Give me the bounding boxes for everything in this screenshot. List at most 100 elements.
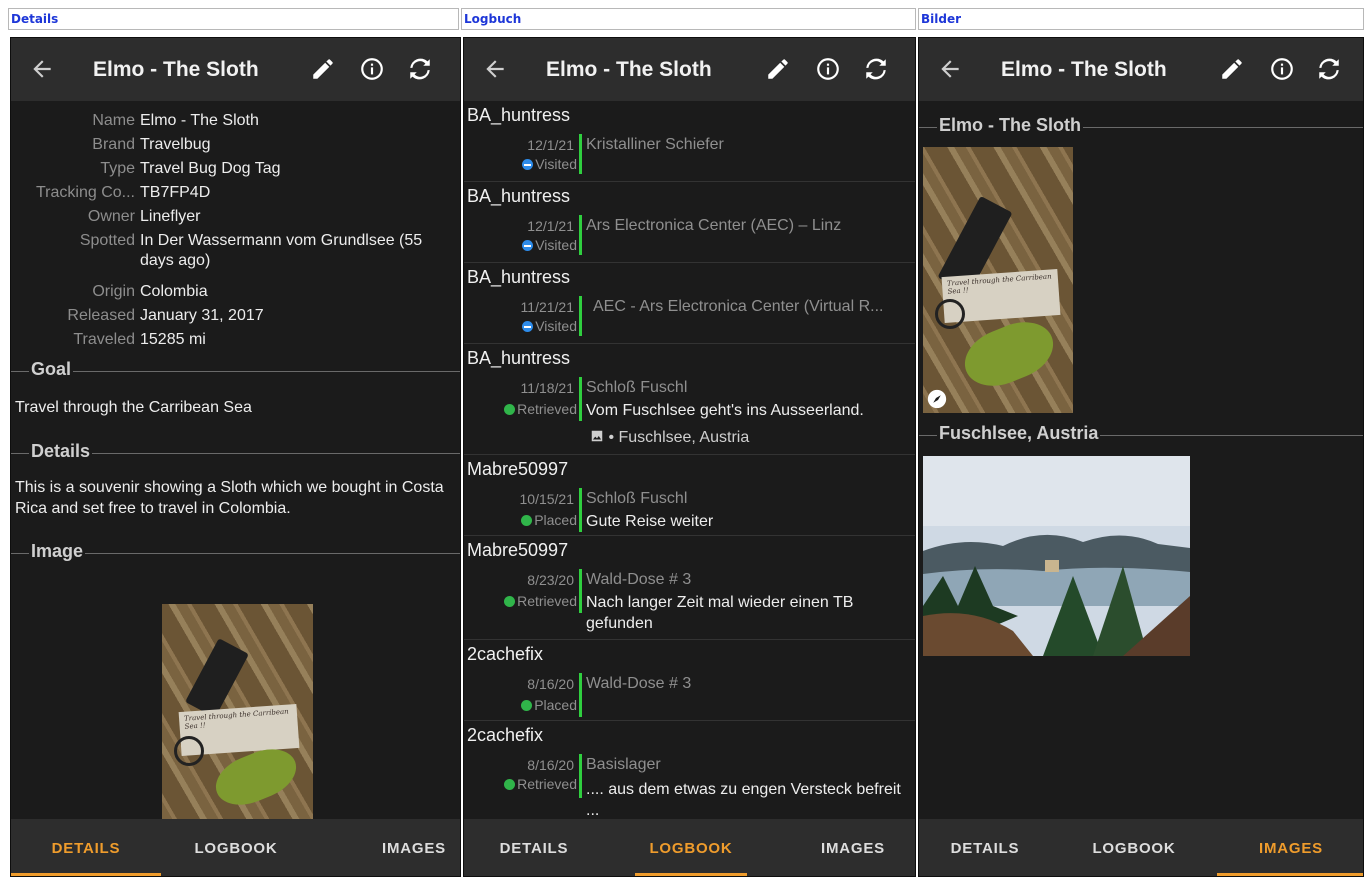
- log-type: Placed: [464, 512, 577, 528]
- section-images-trackable: Elmo - The Sloth: [919, 115, 1363, 139]
- section-details: Details: [11, 441, 460, 465]
- tab-logbook[interactable]: LOGBOOK: [1069, 819, 1199, 876]
- info-icon[interactable]: [359, 56, 385, 82]
- pencil-icon[interactable]: [310, 56, 336, 82]
- property-row-owner: Owner Lineflyer: [11, 207, 458, 227]
- tab-images[interactable]: IMAGES: [774, 819, 915, 876]
- log-entry[interactable]: BA_huntress 11/18/21 Schloß Fuschl Retri…: [464, 344, 915, 455]
- tab-images[interactable]: IMAGES: [311, 819, 460, 876]
- pencil-icon[interactable]: [1219, 56, 1245, 82]
- tab-details[interactable]: DETAILS: [11, 819, 161, 876]
- compass-icon[interactable]: [927, 389, 947, 409]
- property-row-tracking-code: Tracking Co... TB7FP4D: [11, 183, 458, 203]
- log-user: 2cachefix: [467, 644, 544, 664]
- log-text: Gute Reise weiter: [586, 513, 714, 530]
- log-type: Visited: [464, 237, 577, 253]
- pencil-icon[interactable]: [765, 56, 791, 82]
- retrieved-icon: [504, 596, 516, 607]
- back-arrow-icon[interactable]: [482, 56, 508, 82]
- images-screen: Elmo - The Sloth Elmo - The Sloth Travel…: [918, 37, 1364, 877]
- tab-images[interactable]: IMAGES: [1217, 819, 1363, 876]
- images-content: Elmo - The Sloth Travel through the Carr…: [919, 101, 1363, 819]
- logbook-screen: Elmo - The Sloth BA_huntress 12/1/21 Kri…: [463, 37, 916, 877]
- log-type-label: Retrieved: [517, 776, 577, 792]
- back-arrow-icon[interactable]: [29, 56, 55, 82]
- travel-bug-photo[interactable]: Travel through the Carribean Sea !!: [162, 604, 313, 819]
- property-value[interactable]: Lineflyer: [140, 207, 460, 227]
- log-user: Mabre50997: [467, 459, 569, 479]
- log-entry[interactable]: BA_huntress 12/1/21 Kristalliner Schiefe…: [464, 101, 915, 182]
- log-type: Visited: [464, 318, 577, 334]
- tab-details[interactable]: DETAILS: [919, 819, 1051, 876]
- log-entry[interactable]: Mabre50997 8/23/20 Wald-Dose # 3 Retriev…: [464, 536, 915, 640]
- log-divider: [579, 754, 582, 798]
- app-bar: Elmo - The Sloth: [464, 38, 915, 101]
- log-entry[interactable]: Mabre50997 10/15/21 Schloß Fuschl Placed…: [464, 455, 915, 536]
- column-header-details-link[interactable]: Details: [11, 12, 58, 26]
- log-cache-name: Basislager: [586, 756, 661, 773]
- log-type: Visited: [464, 156, 577, 172]
- back-arrow-icon[interactable]: [937, 56, 963, 82]
- log-cache-name: Wald-Dose # 3: [586, 571, 692, 588]
- refresh-icon[interactable]: [407, 56, 433, 82]
- log-cache-name: Wald-Dose # 3: [586, 675, 692, 692]
- log-cache-name: Schloß Fuschl: [586, 379, 688, 396]
- tab-logbook[interactable]: LOGBOOK: [635, 819, 747, 876]
- log-date: 11/21/21: [520, 299, 574, 315]
- section-divider: [11, 371, 460, 372]
- log-divider: [579, 569, 582, 613]
- visited-icon: [522, 240, 534, 251]
- info-icon[interactable]: [1269, 56, 1295, 82]
- refresh-icon[interactable]: [863, 56, 889, 82]
- logbook-list: BA_huntress 12/1/21 Kristalliner Schiefe…: [464, 101, 915, 819]
- section-image: Image: [11, 541, 460, 565]
- tab-logbook[interactable]: LOGBOOK: [161, 819, 311, 876]
- image-icon: [591, 430, 603, 442]
- log-type-label: Placed: [534, 512, 577, 528]
- log-cache-name: Schloß Fuschl: [586, 490, 688, 507]
- section-heading: Goal: [29, 359, 74, 380]
- lake-photo[interactable]: [923, 456, 1190, 656]
- log-type: Retrieved: [464, 401, 577, 417]
- column-header-bilder-link[interactable]: Bilder: [921, 12, 961, 26]
- log-user: BA_huntress: [467, 267, 571, 287]
- log-user: Mabre50997: [467, 540, 569, 560]
- trackable-photo[interactable]: Travel through the Carribean Sea !!: [923, 147, 1073, 413]
- column-header-logbuch-link[interactable]: Logbuch: [464, 12, 521, 26]
- log-date: 12/1/21: [527, 218, 574, 234]
- property-label: Type: [100, 160, 135, 177]
- info-icon[interactable]: [815, 56, 841, 82]
- log-type-label: Retrieved: [517, 593, 577, 609]
- log-user: BA_huntress: [467, 348, 571, 368]
- log-cache-name: Kristalliner Schiefer: [586, 136, 724, 153]
- goal-text: Travel through the Carribean Sea: [15, 399, 252, 416]
- property-value: Elmo - The Sloth: [140, 112, 259, 129]
- property-row-origin: Origin Colombia: [11, 282, 458, 302]
- log-divider: [579, 673, 582, 717]
- tab-details[interactable]: DETAILS: [464, 819, 604, 876]
- photo-tag-text: Travel through the Carribean Sea !!: [946, 272, 1052, 296]
- property-value: Travel Bug Dog Tag: [140, 160, 281, 177]
- details-screen: Elmo - The Sloth Name Elmo - The Sloth Br…: [10, 37, 461, 877]
- photo-key-ring: [935, 299, 965, 329]
- log-date: 11/18/21: [520, 380, 574, 396]
- log-entry[interactable]: 2cachefix 8/16/20 Wald-Dose # 3 Placed: [464, 640, 915, 721]
- log-entry[interactable]: 2cachefix 8/16/20 Basislager Retrieved .…: [464, 721, 915, 819]
- log-cache-name: AEC - Ars Electronica Center (Virtual R.…: [593, 298, 884, 315]
- bottom-nav: DETAILS LOGBOOK IMAGES: [919, 819, 1363, 876]
- log-entry[interactable]: BA_huntress 11/21/21 AEC - Ars Electroni…: [464, 263, 915, 344]
- log-date: 8/16/20: [527, 676, 574, 692]
- column-header-logbuch: Logbuch: [461, 8, 916, 30]
- property-value: January 31, 2017: [140, 307, 264, 324]
- refresh-icon[interactable]: [1316, 56, 1342, 82]
- log-type: Placed: [464, 697, 577, 713]
- log-text: Nach langer Zeit mal wieder einen TB gef…: [586, 594, 854, 632]
- log-user: BA_huntress: [467, 105, 571, 125]
- log-image-meta[interactable]: • Fuschlsee, Austria: [590, 429, 749, 447]
- bottom-nav: DETAILS LOGBOOK IMAGES: [11, 819, 460, 876]
- log-entry[interactable]: BA_huntress 12/1/21 Ars Electronica Cent…: [464, 182, 915, 263]
- page-title: Elmo - The Sloth: [93, 58, 259, 81]
- property-value[interactable]: In Der Wassermann vom Grundlsee (55 days…: [140, 231, 460, 271]
- log-type-label: Visited: [535, 156, 577, 172]
- property-value: Colombia: [140, 283, 208, 300]
